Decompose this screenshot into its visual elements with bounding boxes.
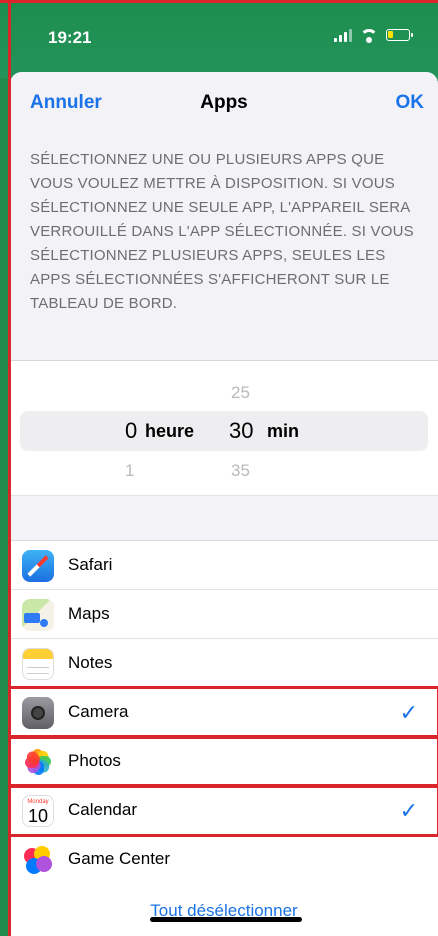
battery-icon: [386, 29, 413, 41]
app-row-maps[interactable]: Maps: [10, 590, 438, 639]
calendar-icon-date: 10: [27, 806, 49, 826]
hour-below: 1: [125, 461, 135, 480]
safari-icon: [22, 550, 54, 582]
maps-icon: [22, 599, 54, 631]
app-row-photos[interactable]: Photos: [10, 735, 438, 788]
ok-button[interactable]: OK: [396, 92, 425, 114]
signal-icon: [334, 28, 352, 42]
page-title: Apps: [200, 92, 248, 113]
app-label: Game Center: [68, 849, 171, 868]
home-indicator: [150, 917, 302, 922]
duration-picker[interactable]: 0 heure 1 25 30 min 35: [10, 361, 438, 495]
camera-icon: [22, 697, 54, 729]
app-list: Safari Maps Notes Camera ✓ Photos Monday…: [10, 541, 438, 883]
app-row-camera[interactable]: Camera ✓: [10, 686, 438, 739]
picker-selection-band: [20, 411, 428, 451]
status-bar: 19:21: [0, 0, 438, 78]
deselect-all-button[interactable]: Tout désélectionner: [10, 883, 438, 921]
section-gap: [10, 495, 438, 541]
calendar-icon: Monday 10: [22, 795, 54, 827]
game-center-icon: [22, 844, 54, 876]
hour-value[interactable]: 0: [125, 418, 137, 444]
app-row-game-center[interactable]: Game Center: [10, 835, 438, 883]
app-label: Notes: [68, 653, 113, 672]
highlight-border-left: [8, 0, 11, 936]
hour-unit: heure: [145, 421, 195, 441]
calendar-icon-day: Monday: [27, 799, 49, 805]
minute-unit: min: [267, 421, 300, 441]
notes-icon: [22, 648, 54, 680]
status-time: 19:21: [48, 28, 92, 47]
app-row-notes[interactable]: Notes: [10, 639, 438, 688]
app-label: Calendar: [68, 800, 137, 819]
app-label: Maps: [68, 604, 110, 623]
checkmark-icon: ✓: [399, 798, 418, 823]
highlight-border-top: [0, 0, 438, 3]
status-icons: [334, 28, 413, 43]
nav-bar: Annuler Apps OK: [10, 72, 438, 132]
minute-value[interactable]: 30: [229, 418, 253, 444]
photos-icon: [22, 746, 54, 778]
app-row-safari[interactable]: Safari: [10, 541, 438, 590]
app-row-calendar[interactable]: Monday 10 Calendar ✓: [10, 784, 438, 837]
apps-sheet: Annuler Apps OK SÉLECTIONNEZ UNE OU PLUS…: [10, 72, 438, 936]
wifi-icon: [360, 29, 378, 43]
minute-above: 25: [231, 383, 250, 402]
description-text: SÉLECTIONNEZ UNE OU PLUSIEURS APPS QUE V…: [10, 132, 438, 360]
app-label: Camera: [68, 702, 129, 721]
minute-below: 35: [231, 461, 250, 480]
app-label: Safari: [68, 555, 113, 574]
checkmark-icon: ✓: [399, 700, 418, 725]
app-label: Photos: [68, 751, 121, 770]
